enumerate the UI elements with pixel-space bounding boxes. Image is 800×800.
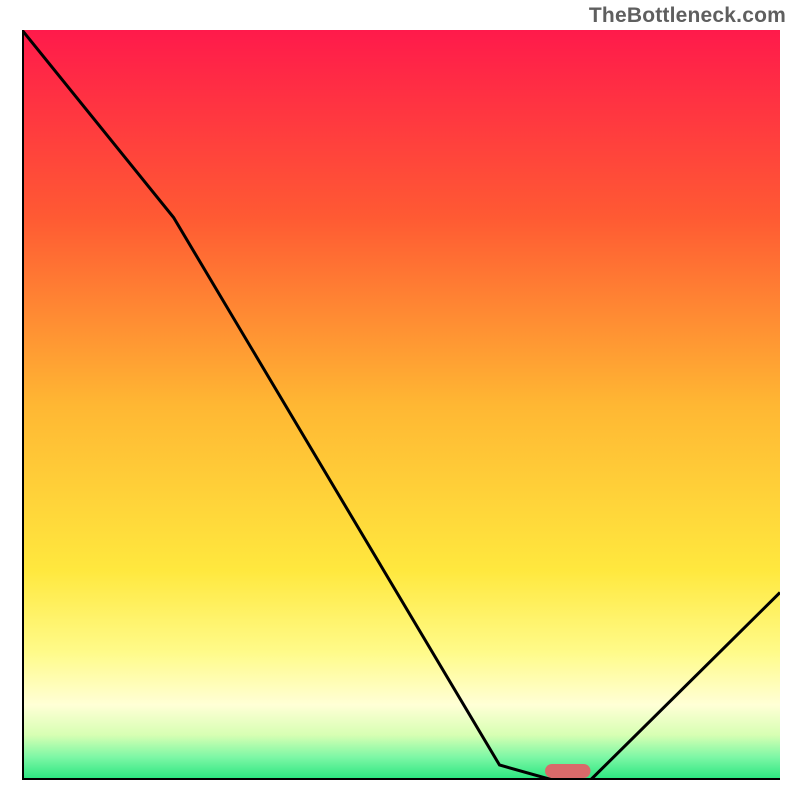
gradient-background <box>22 30 780 780</box>
optimal-marker <box>545 764 590 778</box>
chart-container: TheBottleneck.com <box>0 0 800 800</box>
watermark-text: TheBottleneck.com <box>589 4 786 28</box>
bottleneck-chart <box>22 30 780 780</box>
chart-svg <box>22 30 780 780</box>
